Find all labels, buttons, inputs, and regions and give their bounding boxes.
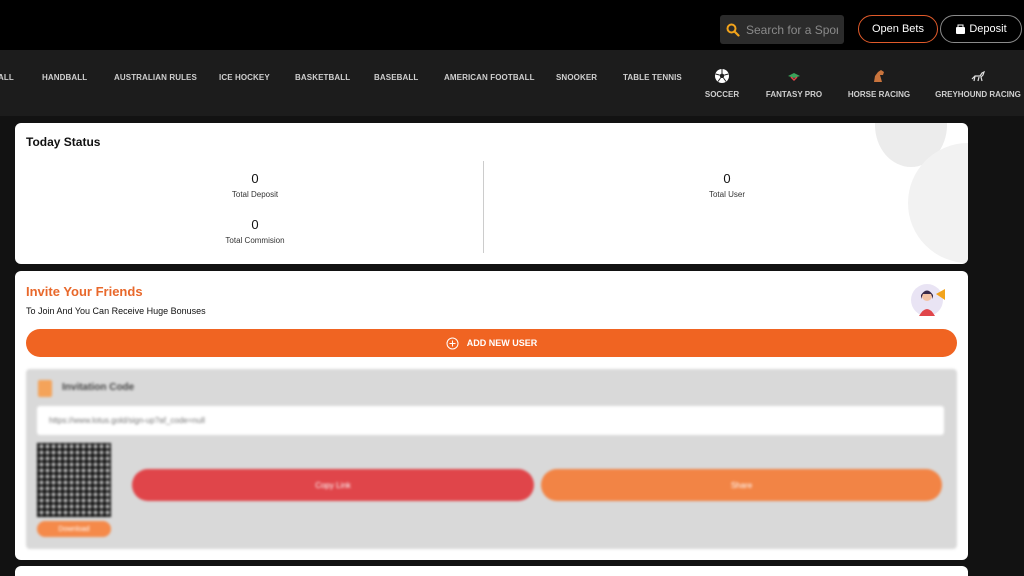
total-user-stat: 0 Total User xyxy=(647,171,807,199)
deposit-label: Deposit xyxy=(969,23,1007,35)
invite-title: Invite Your Friends xyxy=(26,284,143,299)
invitation-link-field[interactable]: https://www.lotus.gold/sign-up?af_code=n… xyxy=(37,406,944,435)
open-bets-label: Open Bets xyxy=(872,23,924,35)
download-qr-button[interactable]: Download xyxy=(37,521,111,537)
megaphone-avatar-icon xyxy=(911,284,945,316)
copy-link-button[interactable]: Copy Link xyxy=(132,469,534,501)
greyhound-icon xyxy=(971,70,986,82)
today-status-card: Today Status 0 Total Deposit 0 Total Com… xyxy=(15,123,968,264)
sport-tab-table-tennis[interactable]: TABLE TENNIS xyxy=(623,73,682,82)
total-deposit-label: Total Deposit xyxy=(231,190,279,199)
sport-tab-american-football[interactable]: AMERICAN FOOTBALL xyxy=(444,73,535,82)
invitation-icon xyxy=(38,380,52,397)
total-user-value: 0 xyxy=(723,171,731,186)
total-commision-stat: 0 Total Commision xyxy=(175,217,335,245)
qr-code xyxy=(37,443,111,517)
sport-tab-horse-racing[interactable]: HORSE RACING xyxy=(848,68,910,99)
total-deposit-stat: 0 Total Deposit xyxy=(175,171,335,199)
search-icon xyxy=(726,23,740,37)
sport-label-soccer: SOCCER xyxy=(704,90,740,99)
open-bets-button[interactable]: Open Bets xyxy=(858,15,938,43)
search-input[interactable] xyxy=(746,22,838,37)
invitation-panel: Invitation Code https://www.lotus.gold/s… xyxy=(26,369,957,549)
deposit-button[interactable]: Deposit xyxy=(940,15,1022,43)
total-commision-label: Total Commision xyxy=(225,236,285,245)
sport-tab-greyhound-racing[interactable]: GREYHOUND RACING xyxy=(935,68,1021,99)
sport-tab-basketball[interactable]: BASKETBALL xyxy=(295,73,350,82)
sport-tab-fantasy-pro[interactable]: FANTASY PRO xyxy=(766,68,822,99)
next-card-edge xyxy=(15,566,968,576)
invitation-code-label: Invitation Code xyxy=(62,382,135,393)
wallet-icon xyxy=(956,24,966,34)
search-box[interactable] xyxy=(720,15,844,44)
fantasy-icon xyxy=(788,73,800,82)
sport-tab-all[interactable]: ALL xyxy=(0,73,14,82)
invite-subtitle: To Join And You Can Receive Huge Bonuses xyxy=(26,306,206,316)
top-bar: Open Bets Deposit xyxy=(0,0,1024,50)
add-new-user-label: ADD NEW USER xyxy=(466,338,538,348)
sport-tab-handball[interactable]: HANDBALL xyxy=(42,73,87,82)
total-commision-value: 0 xyxy=(251,217,259,232)
soccer-ball-icon xyxy=(715,69,729,83)
status-divider xyxy=(483,161,484,253)
share-button[interactable]: Share xyxy=(541,469,942,501)
horse-icon xyxy=(874,70,884,82)
invite-friends-card: Invite Your Friends To Join And You Can … xyxy=(15,271,968,560)
total-deposit-value: 0 xyxy=(251,171,259,186)
sport-tab-snooker[interactable]: SNOOKER xyxy=(556,73,597,82)
sport-tab-australian-rules[interactable]: AUSTRALIAN RULES xyxy=(114,73,197,82)
sport-tab-ice-hockey[interactable]: ICE HOCKEY xyxy=(219,73,270,82)
plus-circle-icon xyxy=(446,337,459,349)
sport-label-greyhound-racing: GREYHOUND RACING xyxy=(935,90,1021,99)
sports-nav: ALL HANDBALL AUSTRALIAN RULES ICE HOCKEY… xyxy=(0,50,1024,116)
sport-label-fantasy-pro: FANTASY PRO xyxy=(765,90,823,99)
sport-tab-baseball[interactable]: BASEBALL xyxy=(374,73,418,82)
add-new-user-button[interactable]: ADD NEW USER xyxy=(26,329,957,357)
sport-label-horse-racing: HORSE RACING xyxy=(847,90,911,99)
sport-tab-soccer[interactable]: SOCCER xyxy=(704,68,740,99)
total-user-label: Total User xyxy=(708,190,745,199)
today-status-title: Today Status xyxy=(26,135,101,149)
